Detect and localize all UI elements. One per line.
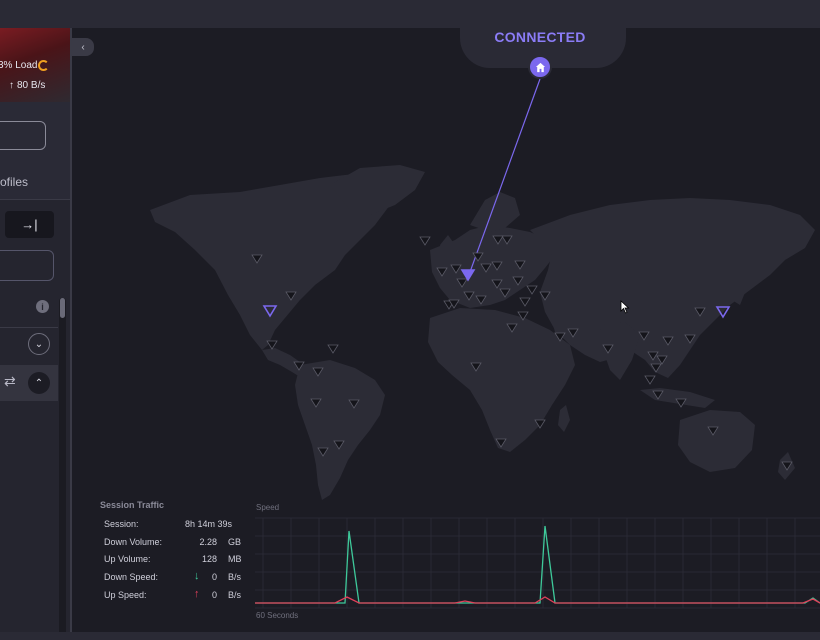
traffic-row: Up Volume: 128 MB <box>100 554 250 572</box>
traffic-row: Up Speed: ↑ 0 B/s <box>100 587 250 608</box>
scandinavia-landmass <box>470 192 520 232</box>
server-marker[interactable] <box>644 375 656 385</box>
traffic-label: Session: <box>104 519 139 529</box>
session-duration-value: 8h 14m 39s <box>184 519 232 529</box>
mouse-cursor-icon <box>620 300 630 314</box>
upload-speed-value: 80 B/s <box>17 80 46 91</box>
collapse-icon: →| <box>21 217 38 232</box>
server-load-text: 3% Load <box>0 60 38 71</box>
info-icon[interactable]: i <box>36 300 49 313</box>
up-arrow-icon: ↑ <box>194 587 200 600</box>
sidebar: 3% Load ↑ 80 B/s ofiles →| i ⌄ ⇄ ⌃ <box>0 28 72 640</box>
session-traffic-title: Session Traffic <box>100 500 165 510</box>
list-scrollbar[interactable] <box>59 298 66 638</box>
speed-chart <box>255 517 820 609</box>
collapse-sidebar-button[interactable]: ‹ <box>72 38 94 56</box>
up-speed-line <box>255 596 820 604</box>
search-input[interactable] <box>0 250 54 281</box>
down-arrow-icon: ↓ <box>194 570 200 583</box>
sidebar-border <box>70 28 72 640</box>
swap-icon[interactable]: ⇄ <box>4 373 16 390</box>
up-speed-unit: B/s <box>228 589 242 600</box>
bottom-bar <box>0 632 820 640</box>
sidebar-action-button[interactable] <box>0 121 46 150</box>
list-separator <box>0 327 58 328</box>
session-traffic-panel: Session Traffic Session: 8h 14m 39s Down … <box>100 500 250 607</box>
collapse-button[interactable]: ⌃ <box>28 372 50 394</box>
home-icon <box>535 62 545 72</box>
chevron-down-icon: ⌄ <box>34 338 44 350</box>
server-marker[interactable] <box>327 344 339 354</box>
upload-speed: ↑ 80 B/s <box>6 80 45 91</box>
speed-chart-x-caption: 60 Seconds <box>256 611 299 620</box>
traffic-label: Down Speed: <box>104 572 159 583</box>
up-speed-value: 0 <box>211 589 217 600</box>
australia-landmass <box>678 410 755 472</box>
madagascar-landmass <box>558 405 570 432</box>
traffic-label: Down Volume: <box>104 536 163 547</box>
indonesia-landmass <box>640 388 715 408</box>
traffic-row: Down Speed: ↓ 0 B/s <box>100 570 250 590</box>
speed-chart-grid <box>255 517 820 609</box>
profiles-label[interactable]: ofiles <box>0 175 28 189</box>
title-bar <box>0 0 820 28</box>
server-load-header: 3% Load ↑ 80 B/s <box>0 28 72 102</box>
south-america-landmass <box>295 360 385 500</box>
up-volume-value: 128 <box>201 554 217 565</box>
collapse-list-button[interactable]: →| <box>5 211 54 238</box>
server-marker[interactable] <box>519 297 531 307</box>
server-marker[interactable] <box>526 285 538 295</box>
app-window: ‹ CONNECTED 3% Load ↑ 80 B/s ofiles →| i … <box>0 0 820 640</box>
load-ring-icon <box>38 60 49 71</box>
down-speed-line <box>255 525 820 604</box>
down-volume-unit: GB <box>228 536 242 547</box>
scrollbar-thumb[interactable] <box>60 298 65 318</box>
connection-status-label: CONNECTED <box>494 29 586 45</box>
up-volume-unit: MB <box>228 554 242 565</box>
server-marker[interactable] <box>266 340 278 350</box>
asia-landmass <box>530 198 815 378</box>
chevron-up-icon: ⌃ <box>34 377 44 389</box>
down-speed-unit: B/s <box>228 572 242 583</box>
home-location-button[interactable] <box>528 55 552 79</box>
expand-button[interactable]: ⌄ <box>28 333 50 355</box>
africa-landmass <box>428 308 575 452</box>
down-volume-value: 2.28 <box>199 536 217 547</box>
chevron-left-icon: ‹ <box>81 41 85 53</box>
server-marker[interactable] <box>419 236 431 246</box>
down-speed-value: 0 <box>211 572 217 583</box>
india-landmass <box>600 322 640 380</box>
traffic-row: Down Volume: 2.28 GB <box>100 537 250 555</box>
speed-chart-title: Speed <box>256 503 280 512</box>
traffic-label: Up Speed: <box>104 589 147 600</box>
traffic-row: Session: 8h 14m 39s <box>100 519 250 537</box>
upload-arrow-icon: ↑ <box>9 80 14 91</box>
traffic-label: Up Volume: <box>104 554 151 565</box>
